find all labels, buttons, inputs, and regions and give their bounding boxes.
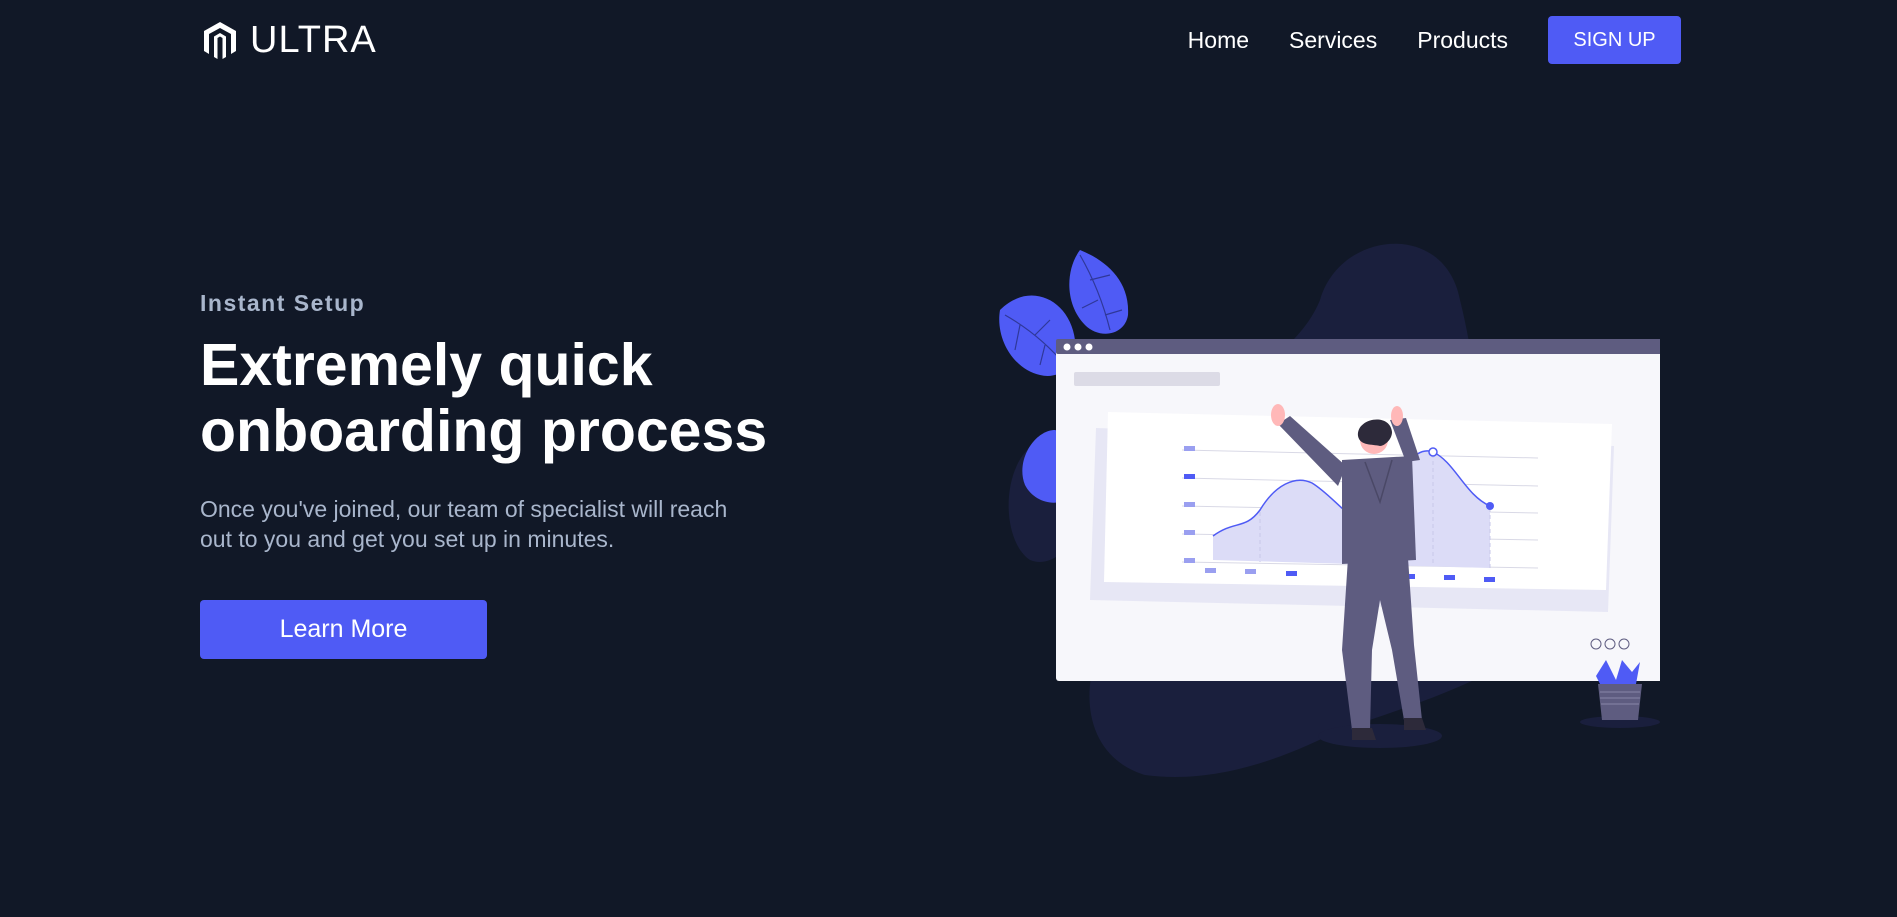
signup-button[interactable]: SIGN UP xyxy=(1548,16,1681,64)
hero-illustration xyxy=(999,243,1660,777)
brand-name: ULTRA xyxy=(250,18,377,61)
brand[interactable]: ULTRA xyxy=(200,19,377,62)
learn-more-button[interactable]: Learn More xyxy=(200,600,487,659)
nav-link-products[interactable]: Products xyxy=(1417,27,1508,54)
hero-title: Extremely quick onboarding process xyxy=(200,332,768,464)
top-nav: ULTRA Home Services Products SIGN UP xyxy=(200,16,1681,64)
nav-link-services[interactable]: Services xyxy=(1289,27,1377,54)
landing-page: ULTRA Home Services Products SIGN UP Ins… xyxy=(0,0,1897,917)
nav-link-home[interactable]: Home xyxy=(1188,27,1249,54)
ultra-logo-icon xyxy=(204,22,236,59)
nav-links: Home Services Products SIGN UP xyxy=(1188,16,1681,64)
hero-subtitle: Once you've joined, our team of speciali… xyxy=(200,496,728,552)
hero-eyebrow: Instant Setup xyxy=(200,290,366,316)
